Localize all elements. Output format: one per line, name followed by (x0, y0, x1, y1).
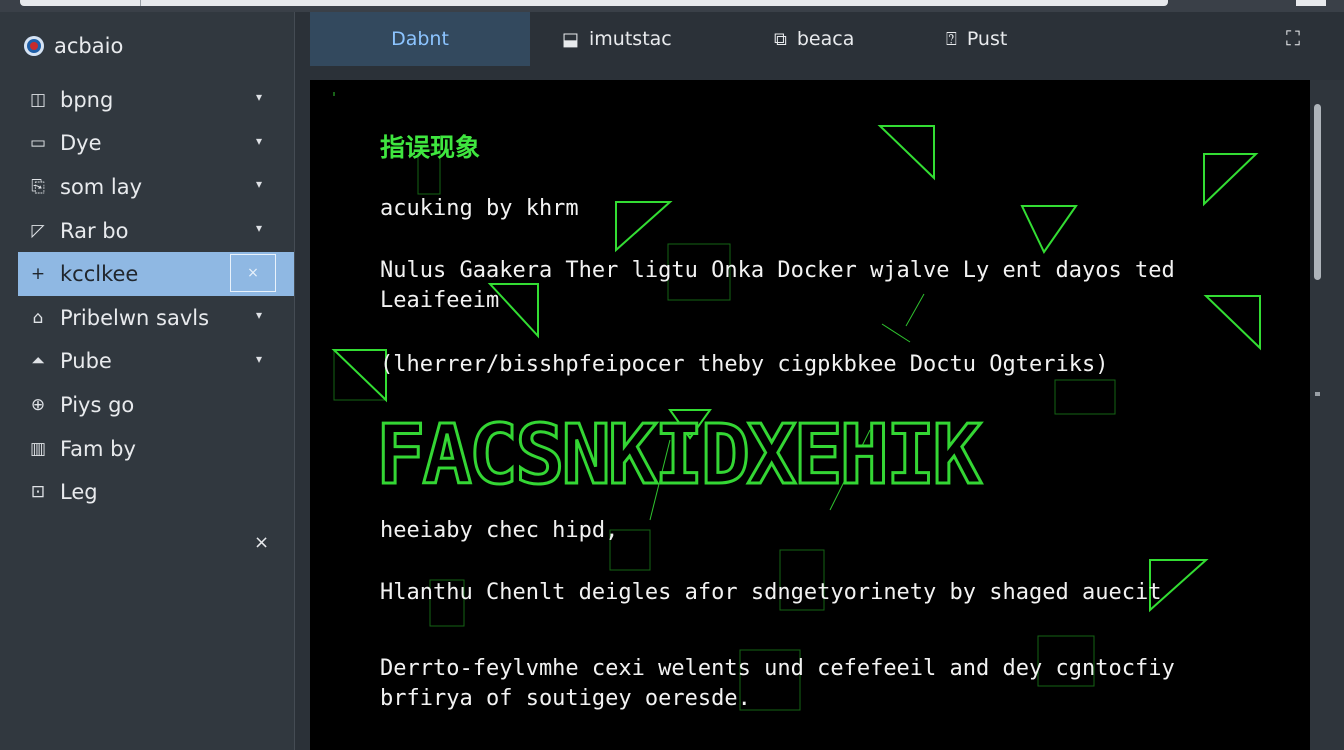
triangle-icon: ⏶ (31, 351, 45, 372)
tab-imutstac[interactable]: ⬓ imutstac (562, 12, 672, 66)
sidebar-item-som-lay[interactable]: ⎘ som lay ▾ (18, 165, 294, 209)
chevron-down-icon[interactable]: ▾ (256, 221, 262, 235)
title-bar (0, 0, 1344, 12)
terminal-line: Nulus Gaakera Ther ligtu Onka Docker wja… (380, 258, 1175, 283)
copy-icon: ⧉ (774, 28, 787, 50)
note-icon: ◸ (31, 220, 45, 241)
tab-label: beaca (796, 28, 855, 50)
sidebar-item-rar-bo[interactable]: ◸ Rar bo ▾ (18, 209, 294, 253)
columns-icon: ◫ (29, 89, 47, 110)
tab-dabnt[interactable]: Dabnt (310, 12, 530, 66)
scrollbar-marker (1315, 392, 1320, 396)
scrollbar-thumb[interactable] (1314, 104, 1321, 280)
terminal-line: acuking by khrm (380, 196, 579, 221)
tab-label: Pust (966, 28, 1008, 50)
sidebar-item-label: Pube (60, 349, 112, 374)
ascii-banner: FACSNKIDXEHIK (375, 407, 984, 505)
sidebar-item-leg[interactable]: ⊡ Leg (18, 470, 294, 514)
sidebar-item-pribelwn-savls[interactable]: ⌂ Pribelwn savls ▾ (18, 296, 294, 340)
sidebar-item-label: Piys go (60, 392, 135, 417)
terminal-pane[interactable]: 指误现象 acuking by khrm Nulus Gaakera Ther … (310, 80, 1310, 750)
sidebar-item-label: som lay (60, 174, 143, 199)
window-button[interactable] (1296, 0, 1326, 6)
terminal-heading: 指误现象 (380, 133, 481, 162)
sidebar: acbaio ◫ bpng ▾ ▭ Dye ▾ ⎘ som lay ▾ ◸ Ra… (0, 12, 295, 750)
chevron-down-icon[interactable]: ▾ (256, 308, 262, 322)
chevron-down-icon[interactable]: ▾ (256, 90, 262, 104)
sidebar-item-label: Rar bo (60, 218, 129, 243)
terminal-line: (lherrer/bisshpfeipocer theby cigpkbkee … (380, 352, 1109, 377)
file-icon: ⎘ (31, 176, 45, 197)
sidebar-item-label: kcclkee (60, 262, 139, 287)
terminal-line: Hlanthu Chenlt deigles afor sdngetyorine… (380, 580, 1162, 605)
close-icon[interactable]: × (230, 254, 276, 293)
sidebar-nav: ◫ bpng ▾ ▭ Dye ▾ ⎘ som lay ▾ ◸ Rar bo ▾ … (18, 78, 294, 514)
circle-icon: ⊕ (30, 394, 46, 415)
sidebar-close-icon[interactable]: × (254, 532, 269, 553)
folder-icon: ⬓ (562, 28, 580, 50)
logo-icon (24, 36, 44, 56)
app-brand[interactable]: acbaio (24, 32, 123, 60)
sidebar-item-piys-go[interactable]: ⊕ Piys go (18, 383, 294, 427)
sidebar-item-label: bpng (60, 87, 114, 112)
chevron-down-icon[interactable]: ▾ (256, 134, 262, 148)
tab-label: imutstac (589, 28, 672, 50)
terminal-line: brfirya of soutigey oeresde. (380, 686, 751, 711)
sidebar-item-label: Fam by (60, 436, 136, 461)
sidebar-item-fam-by[interactable]: ▥ Fam by (18, 427, 294, 471)
address-bar[interactable] (20, 0, 1168, 6)
sidebar-item-dye[interactable]: ▭ Dye ▾ (18, 122, 294, 166)
expand-icon[interactable]: ⛶ (1286, 26, 1300, 50)
tab-bar: Dabnt ⬓ imutstac ⧉ beaca ⍰ Pust (310, 12, 1344, 66)
tab-beaca[interactable]: ⧉ beaca (774, 12, 854, 66)
address-divider (140, 0, 141, 6)
tab-pust[interactable]: ⍰ Pust (946, 12, 1007, 66)
card-icon: ▭ (29, 133, 47, 154)
sidebar-item-pube[interactable]: ⏶ Pube ▾ (18, 340, 294, 384)
terminal-scrollbar[interactable] (1310, 80, 1344, 750)
sidebar-item-label: Dye (60, 131, 102, 156)
image-icon: ⊡ (30, 482, 46, 503)
terminal-line: Derrto-feylvmhe cexi welents und cefefee… (380, 656, 1175, 681)
chevron-down-icon[interactable]: ▾ (256, 177, 262, 191)
grid-icon: ▥ (29, 438, 47, 459)
sidebar-item-label: Leg (60, 480, 98, 505)
plus-icon: + (30, 264, 46, 285)
sidebar-item-bpng[interactable]: ◫ bpng ▾ (18, 78, 294, 122)
sidebar-item-label: Pribelwn savls (60, 305, 210, 330)
terminal-line: heeiaby chec hipd, (380, 518, 619, 543)
terminal-line: Leaifeeim (380, 288, 500, 313)
document-icon: ⍰ (946, 28, 957, 50)
lock-icon: ⌂ (32, 307, 44, 328)
app-title: acbaio (54, 34, 124, 58)
tab-label: Dabnt (391, 28, 449, 50)
sidebar-item-kcclkee[interactable]: + kcclkee × (18, 252, 294, 296)
chevron-down-icon[interactable]: ▾ (256, 352, 262, 366)
